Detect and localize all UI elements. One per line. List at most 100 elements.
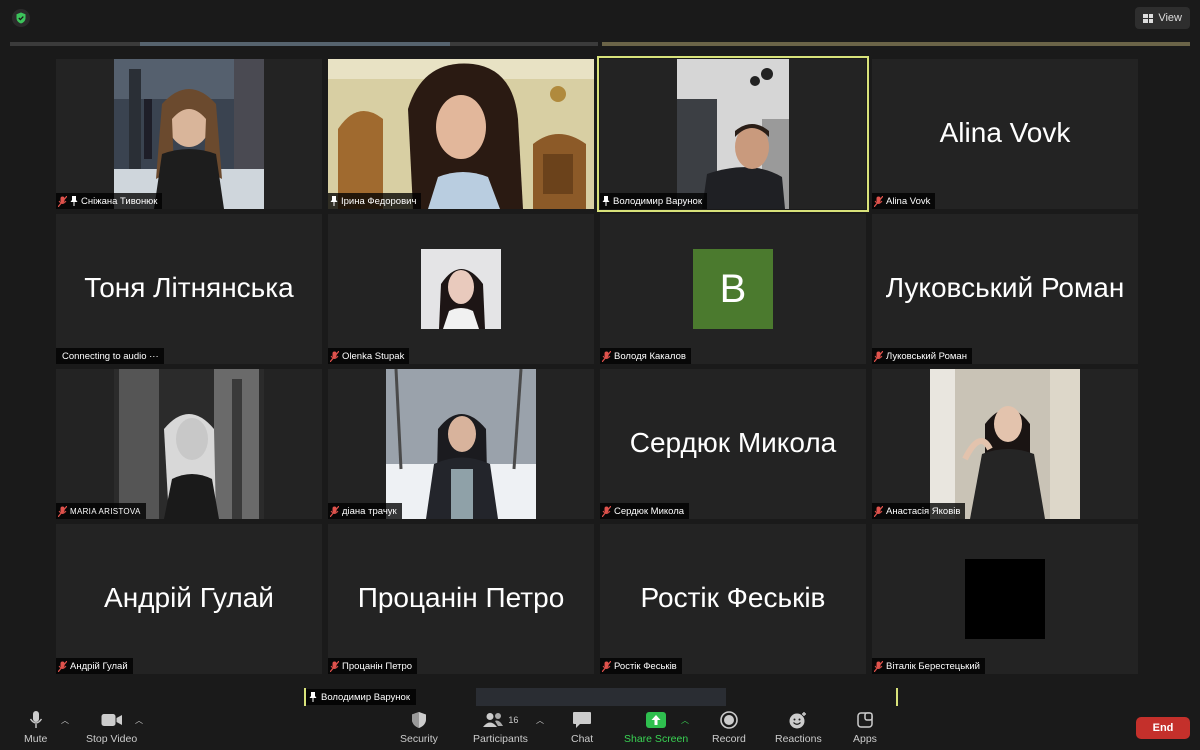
participant-name-label: MARIA ARISTOVA <box>56 503 146 519</box>
mic-muted-icon <box>874 505 883 517</box>
participant-tile[interactable]: Процанін Петро Процанін Петро <box>328 524 594 674</box>
security-button[interactable]: Security <box>400 710 438 745</box>
participant-avatar <box>421 249 501 329</box>
participant-tile[interactable]: Сердюк Микола Сердюк Микола <box>600 369 866 519</box>
participant-display-name: Луковський Роман <box>885 272 1125 303</box>
participant-tile[interactable]: Віталік Берестецький <box>872 524 1138 674</box>
chat-button[interactable]: Chat <box>571 710 593 745</box>
stop-video-button[interactable]: Stop Video <box>86 710 137 745</box>
participant-display-name: Alina Vovk <box>939 117 1071 148</box>
participant-tile[interactable]: MARIA ARISTOVA <box>56 369 322 519</box>
participant-video <box>386 369 536 519</box>
participant-tile[interactable]: B Володя Какалов <box>600 214 866 364</box>
participant-name: Луковський Роман <box>886 350 967 362</box>
view-button[interactable]: View <box>1135 7 1190 29</box>
pinned-name: Володимир Варунок <box>321 691 410 703</box>
connection-status-text: Connecting to audio ··· <box>62 350 159 362</box>
participant-name: Сердюк Микола <box>614 505 685 517</box>
mute-options-chevron-icon[interactable]: ︿ <box>61 715 69 726</box>
participant-name-label: Сердюк Микола <box>600 503 690 519</box>
participant-tile[interactable]: Андрій Гулай Андрій Гулай <box>56 524 322 674</box>
share-options-chevron-icon[interactable]: ︿ <box>681 715 689 726</box>
video-options-chevron-icon[interactable]: ︿ <box>135 715 143 726</box>
participant-name-label: Анастасія Яковів <box>872 503 966 519</box>
participants-button[interactable]: 16 Participants <box>473 710 528 745</box>
mic-muted-icon <box>874 350 883 362</box>
reactions-button[interactable]: Reactions <box>775 710 822 745</box>
gallery-strip-right <box>602 42 1190 46</box>
mic-muted-icon <box>330 350 339 362</box>
participant-name: Віталік Берестецький <box>886 660 980 672</box>
reactions-emoji-icon <box>789 712 807 729</box>
participant-tile[interactable]: Ірина Федорович <box>328 59 594 209</box>
participant-tile[interactable]: Луковський Роман Луковський Роман <box>872 214 1138 364</box>
participant-display-name: Процанін Петро <box>357 582 565 613</box>
participant-name: Володя Какалов <box>614 350 686 362</box>
end-meeting-label: End <box>1152 722 1174 734</box>
participant-tile[interactable]: діана трачук <box>328 369 594 519</box>
participant-tile[interactable]: Тоня Літнянська Connecting to audio ··· <box>56 214 322 364</box>
participant-name-label: Alina Vovk <box>872 193 936 209</box>
participant-tile[interactable]: Анастасія Яковів <box>872 369 1138 519</box>
chat-label: Chat <box>571 733 594 745</box>
share-screen-label: Share Screen <box>624 733 689 745</box>
participants-icon <box>483 713 504 727</box>
participant-name: Сніжана Тивонюк <box>81 195 158 207</box>
mic-muted-icon <box>602 505 611 517</box>
participants-options-chevron-icon[interactable]: ︿ <box>536 715 544 726</box>
chat-bubble-icon <box>573 712 592 728</box>
pinned-video-strip[interactable]: Володимир Варунок <box>304 688 898 706</box>
participant-video <box>930 369 1080 519</box>
mic-muted-icon <box>330 660 339 672</box>
participant-name-label: Ростік Феськів <box>600 658 682 674</box>
share-screen-button[interactable]: Share Screen <box>624 710 688 745</box>
mic-muted-icon <box>602 350 611 362</box>
participant-video <box>114 369 264 519</box>
participant-name-label: Володя Какалов <box>600 348 691 364</box>
participant-name-label: Віталік Берестецький <box>872 658 985 674</box>
participant-tile-active-speaker[interactable]: Володимир Варунок <box>597 56 869 212</box>
participant-name-label: діана трачук <box>328 503 402 519</box>
pin-icon <box>70 196 78 206</box>
participant-tile[interactable]: Сніжана Тивонюк <box>56 59 322 209</box>
participant-avatar <box>965 559 1045 639</box>
reactions-label: Reactions <box>775 733 822 745</box>
pinned-video <box>476 688 726 706</box>
participant-tile[interactable]: Alina Vovk Alina Vovk <box>872 59 1138 209</box>
grid-view-icon <box>1143 13 1154 23</box>
mute-button[interactable]: Mute <box>24 710 47 745</box>
share-screen-arrow-icon <box>646 712 667 728</box>
participant-name-label: Ірина Федорович <box>328 193 422 209</box>
security-label: Security <box>400 733 438 745</box>
record-button[interactable]: Record <box>712 710 746 745</box>
connecting-audio-status: Connecting to audio ··· <box>56 348 164 364</box>
mic-muted-icon <box>58 505 67 517</box>
participant-display-name: Сердюк Микола <box>629 427 837 458</box>
participants-count: 16 <box>508 715 519 725</box>
end-meeting-button[interactable]: End <box>1136 717 1190 739</box>
video-camera-icon <box>101 714 122 726</box>
participant-display-name: Ростік Феськів <box>640 582 826 613</box>
pin-icon <box>309 692 317 702</box>
pinned-name-label: Володимир Варунок <box>306 689 416 705</box>
mic-muted-icon <box>58 195 67 207</box>
participant-display-name: Тоня Літнянська <box>84 272 294 303</box>
meeting-toolbar: Mute ︿ Stop Video ︿ Security 16 Particip… <box>0 706 1200 750</box>
gallery-grid: Сніжана Тивонюк Ірина Федорович Володими… <box>56 56 1138 674</box>
participant-name: Alina Vovk <box>886 195 931 207</box>
record-icon <box>720 711 738 729</box>
participant-video <box>328 59 594 209</box>
participant-tile[interactable]: Olenka Stupak <box>328 214 594 364</box>
security-shield-icon[interactable] <box>12 9 30 27</box>
participant-name: Андрій Гулай <box>70 660 128 672</box>
record-label: Record <box>712 733 746 745</box>
participant-name-label: Процанін Петро <box>328 658 418 674</box>
participant-tile[interactable]: Ростік Феськів Ростік Феськів <box>600 524 866 674</box>
apps-button[interactable]: Apps <box>853 710 877 745</box>
participant-name: Olenka Stupak <box>342 350 405 362</box>
gallery-strip-left <box>10 42 598 46</box>
security-shield-icon <box>411 712 426 728</box>
participant-name-label: Луковський Роман <box>872 348 972 364</box>
participant-name: діана трачук <box>342 505 397 517</box>
mic-muted-icon <box>874 660 883 672</box>
